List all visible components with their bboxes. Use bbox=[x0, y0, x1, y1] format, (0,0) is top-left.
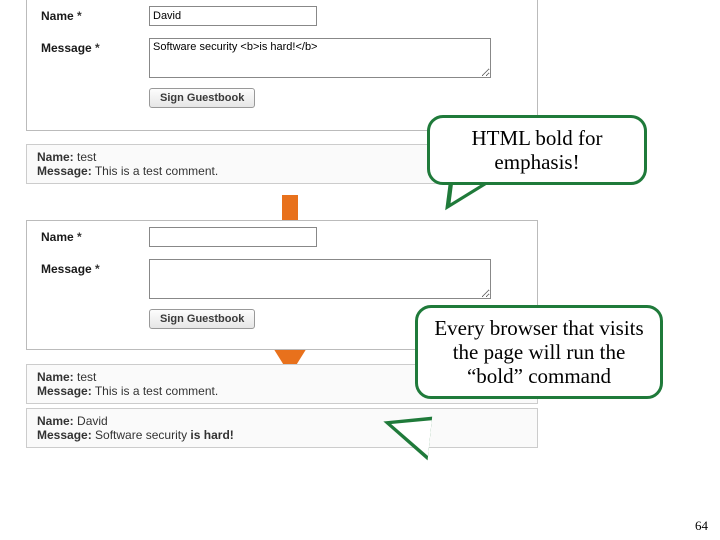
page-number: 64 bbox=[695, 518, 708, 534]
name-label: Name * bbox=[41, 6, 149, 23]
callout-tail-icon bbox=[388, 416, 432, 456]
guestbook-form-top: Name * Message * Software security <b>is… bbox=[26, 0, 538, 131]
guestbook-entry-rendered: Name: David Message: Software security i… bbox=[26, 408, 538, 448]
name-input[interactable] bbox=[149, 227, 317, 247]
callout-browser-runs-bold: Every browser that visits the page will … bbox=[415, 305, 663, 399]
sign-guestbook-button[interactable]: Sign Guestbook bbox=[149, 309, 255, 329]
callout-bold-emphasis: HTML bold for emphasis! bbox=[427, 115, 647, 185]
message-label: Message * bbox=[41, 38, 149, 55]
name-input[interactable] bbox=[149, 6, 317, 26]
message-input[interactable]: Software security <b>is hard!</b> bbox=[149, 38, 491, 78]
name-label: Name * bbox=[41, 227, 149, 244]
message-label: Message * bbox=[41, 259, 149, 276]
sign-guestbook-button[interactable]: Sign Guestbook bbox=[149, 88, 255, 108]
message-input[interactable] bbox=[149, 259, 491, 299]
